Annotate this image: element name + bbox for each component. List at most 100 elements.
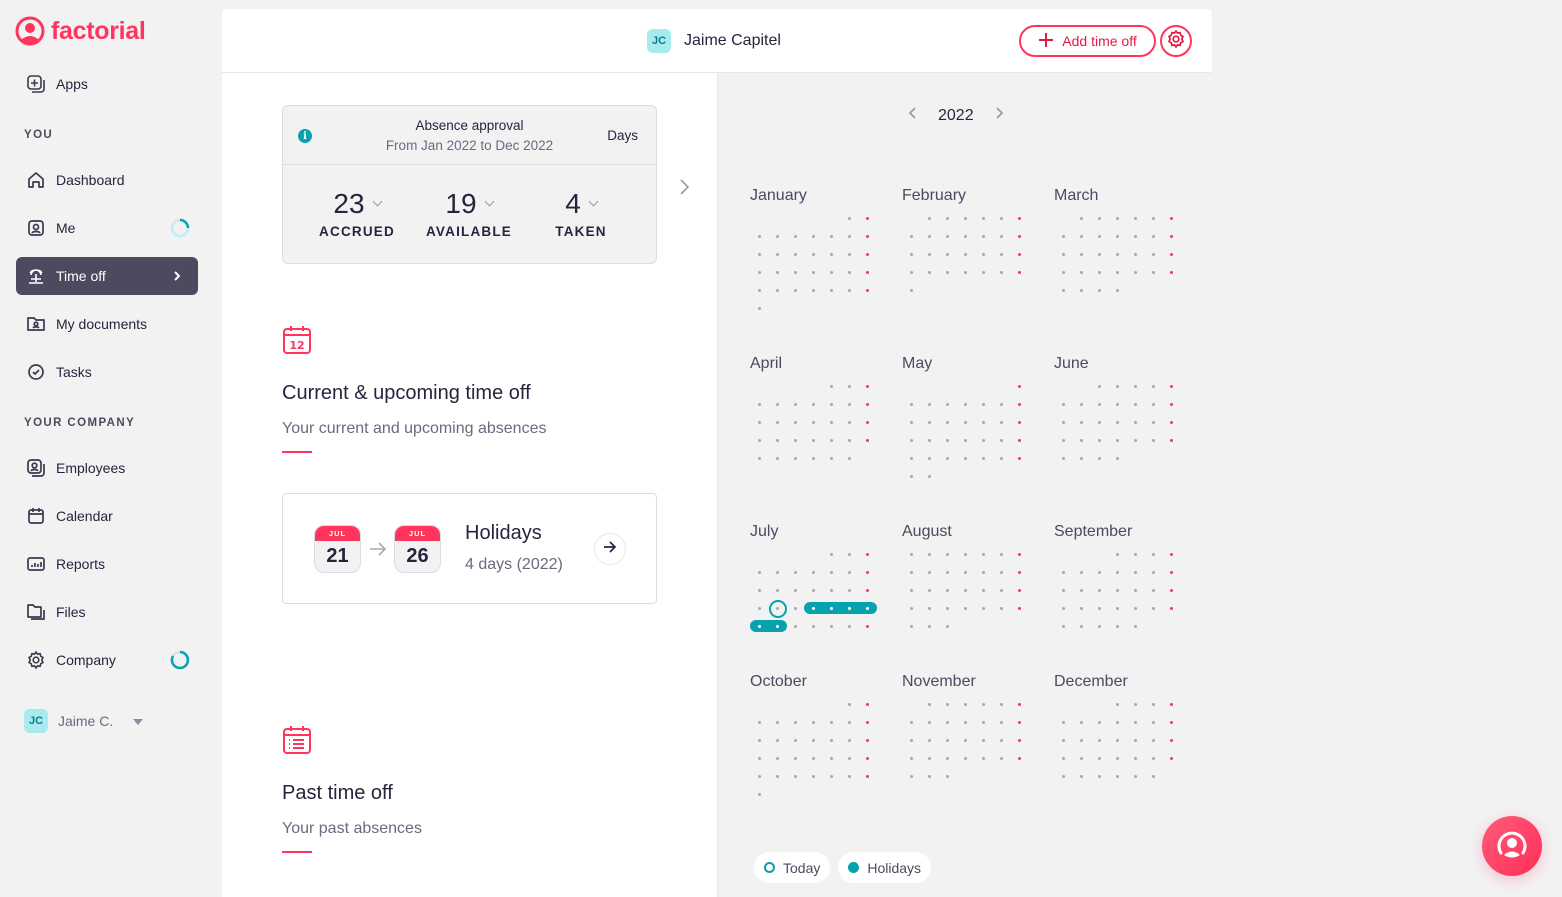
day-dot[interactable] [1098, 403, 1101, 406]
day-dot[interactable] [830, 403, 833, 406]
day-dot[interactable] [1018, 235, 1021, 238]
day-dot[interactable] [1152, 739, 1155, 742]
day-dot[interactable] [830, 589, 833, 592]
day-dot[interactable] [946, 553, 949, 556]
sidebar-item-company[interactable]: Company [16, 641, 198, 679]
day-dot[interactable] [1116, 589, 1119, 592]
day-dot[interactable] [1000, 739, 1003, 742]
day-dot[interactable] [776, 289, 779, 292]
day-dot[interactable] [910, 253, 913, 256]
day-dot[interactable] [946, 739, 949, 742]
day-dot[interactable] [928, 439, 931, 442]
day-dot[interactable] [830, 271, 833, 274]
day-dot[interactable] [1018, 385, 1021, 388]
day-dot[interactable] [758, 721, 761, 724]
day-dot[interactable] [1062, 403, 1065, 406]
day-dot[interactable] [758, 739, 761, 742]
day-dot[interactable] [1000, 457, 1003, 460]
day-dot[interactable] [758, 253, 761, 256]
day-dot[interactable] [1116, 739, 1119, 742]
day-dot[interactable] [964, 739, 967, 742]
day-dot[interactable] [982, 721, 985, 724]
day-dot[interactable] [910, 553, 913, 556]
day-dot[interactable] [1134, 721, 1137, 724]
day-dot[interactable] [910, 721, 913, 724]
day-dot[interactable] [910, 439, 913, 442]
next-year-button[interactable] [994, 106, 1004, 125]
sidebar-item-me[interactable]: Me [16, 209, 198, 247]
day-dot[interactable] [1018, 253, 1021, 256]
day-dot[interactable] [910, 589, 913, 592]
day-dot[interactable] [1116, 289, 1119, 292]
day-dot[interactable] [1018, 571, 1021, 574]
day-dot[interactable] [1062, 739, 1065, 742]
day-dot[interactable] [1000, 421, 1003, 424]
day-dot[interactable] [1080, 289, 1083, 292]
day-dot[interactable] [964, 217, 967, 220]
day-dot[interactable] [1062, 457, 1065, 460]
day-dot[interactable] [1062, 289, 1065, 292]
day-dot[interactable] [866, 721, 869, 724]
day-dot[interactable] [1134, 571, 1137, 574]
day-dot[interactable] [758, 589, 761, 592]
day-dot[interactable] [1098, 589, 1101, 592]
day-dot[interactable] [1098, 457, 1101, 460]
day-dot[interactable] [964, 703, 967, 706]
day-dot[interactable] [1018, 703, 1021, 706]
day-dot[interactable] [794, 253, 797, 256]
day-dot[interactable] [848, 271, 851, 274]
day-dot[interactable] [794, 625, 797, 628]
day-dot[interactable] [1018, 439, 1021, 442]
day-dot[interactable] [1018, 553, 1021, 556]
day-dot[interactable] [1018, 403, 1021, 406]
open-absence-button[interactable] [594, 533, 626, 565]
day-dot[interactable] [928, 271, 931, 274]
day-dot[interactable] [1116, 625, 1119, 628]
day-dot[interactable] [910, 403, 913, 406]
day-dot[interactable] [910, 739, 913, 742]
day-dot[interactable] [1098, 607, 1101, 610]
sidebar-item-employees[interactable]: Employees [16, 449, 198, 487]
day-dot[interactable] [812, 289, 815, 292]
day-dot[interactable] [794, 721, 797, 724]
sidebar-item-calendar[interactable]: Calendar [16, 497, 198, 535]
day-dot[interactable] [848, 553, 851, 556]
day-dot[interactable] [1134, 625, 1137, 628]
day-dot[interactable] [964, 439, 967, 442]
day-dot[interactable] [866, 235, 869, 238]
day-dot[interactable] [1134, 553, 1137, 556]
day-dot[interactable] [758, 289, 761, 292]
day-dot[interactable] [1170, 571, 1173, 574]
day-dot[interactable] [866, 421, 869, 424]
day-dot[interactable] [812, 607, 815, 610]
day-dot[interactable] [776, 589, 779, 592]
day-dot[interactable] [946, 721, 949, 724]
day-dot[interactable] [982, 739, 985, 742]
day-dot[interactable] [1134, 607, 1137, 610]
day-dot[interactable] [1098, 271, 1101, 274]
day-dot[interactable] [830, 721, 833, 724]
sidebar-item-my-documents[interactable]: My documents [16, 305, 198, 343]
day-dot[interactable] [812, 235, 815, 238]
day-dot[interactable] [1170, 757, 1173, 760]
day-dot[interactable] [1080, 625, 1083, 628]
day-dot[interactable] [1170, 217, 1173, 220]
day-dot[interactable] [758, 625, 761, 628]
day-dot[interactable] [910, 289, 913, 292]
day-dot[interactable] [866, 589, 869, 592]
day-dot[interactable] [964, 421, 967, 424]
day-dot[interactable] [1000, 607, 1003, 610]
day-dot[interactable] [1116, 571, 1119, 574]
day-dot[interactable] [866, 439, 869, 442]
day-dot[interactable] [1170, 739, 1173, 742]
day-dot[interactable] [1080, 607, 1083, 610]
day-dot[interactable] [794, 607, 797, 610]
day-dot[interactable] [946, 775, 949, 778]
day-dot[interactable] [830, 385, 833, 388]
day-dot[interactable] [794, 589, 797, 592]
day-dot[interactable] [964, 589, 967, 592]
day-dot[interactable] [1170, 721, 1173, 724]
day-dot[interactable] [964, 553, 967, 556]
day-dot[interactable] [1152, 235, 1155, 238]
day-dot[interactable] [794, 235, 797, 238]
